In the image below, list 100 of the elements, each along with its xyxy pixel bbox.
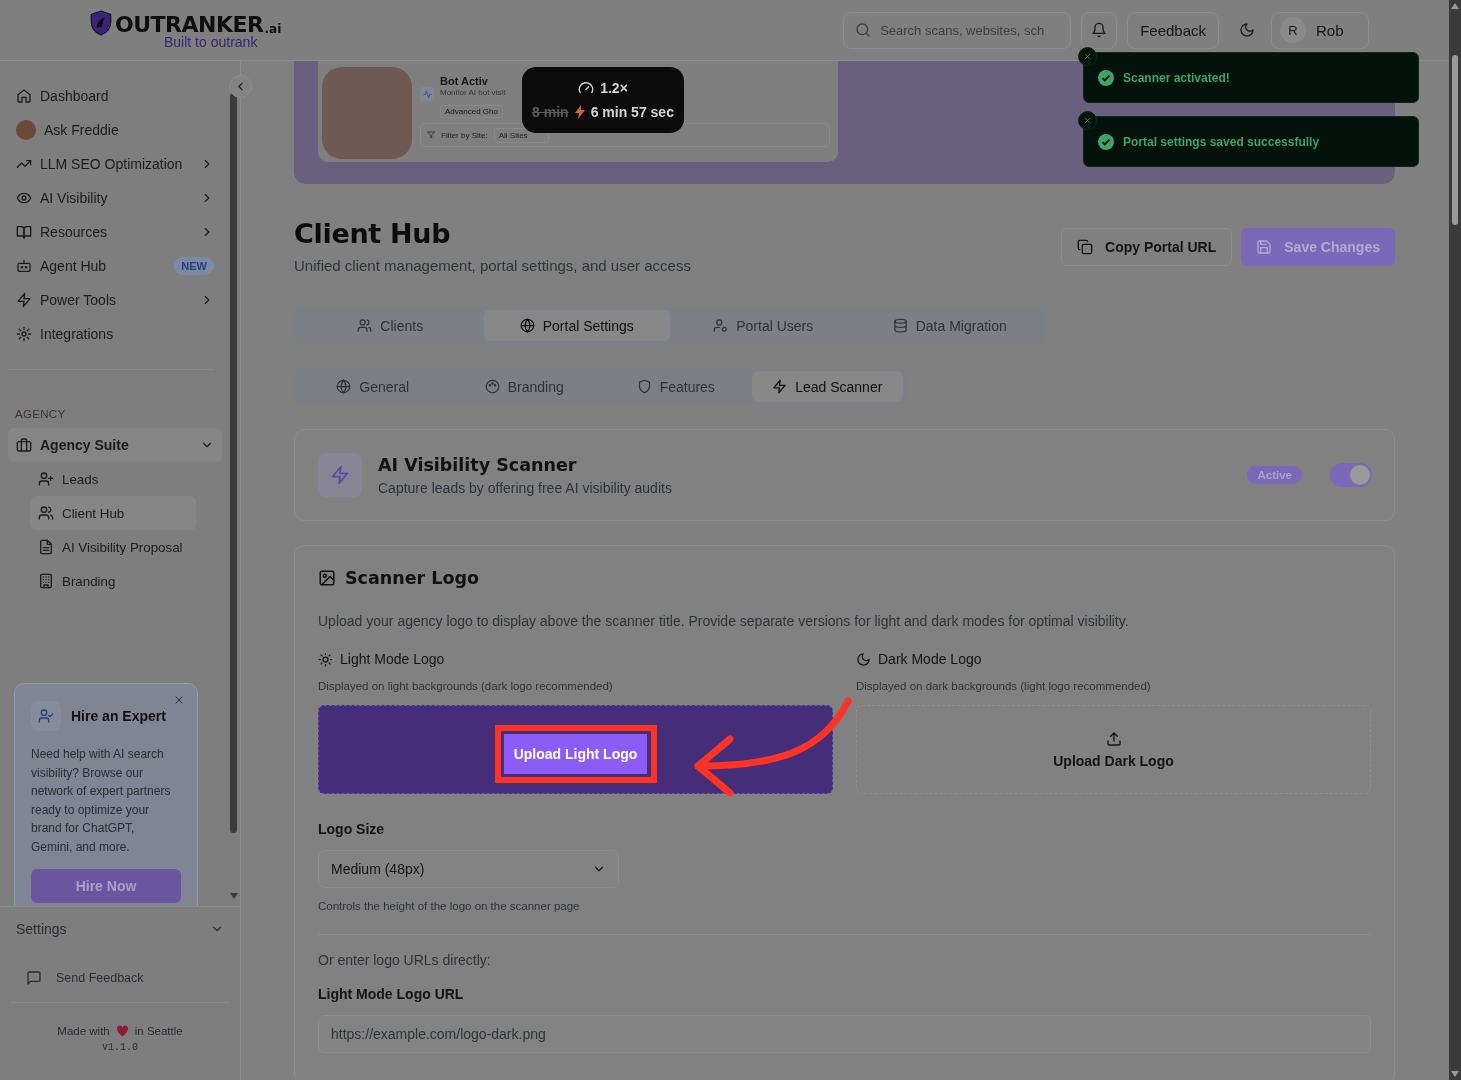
footer-text: Made with [57,1025,110,1037]
moon-icon [856,651,871,667]
search-field[interactable]: Search scans, websites, sch [843,11,1072,49]
close-icon [1083,116,1092,125]
lightning-icon [772,379,788,394]
filter-label: Filter by Site: [441,130,488,140]
version-label: v1.1.0 [102,1042,138,1053]
field-label: Light Mode Logo [340,651,445,667]
person-plus-icon [38,471,54,487]
sidebar-item[interactable]: Resources [8,215,222,249]
user-name: Rob [1316,21,1344,39]
toggle-switch[interactable] [1330,463,1372,487]
eye-icon [16,190,32,206]
sidebar-item[interactable]: Agent Hub NEW [8,249,222,283]
people-icon [38,505,54,521]
sidebar-item[interactable]: LLM SEO Optimization [8,147,222,181]
brand-tagline: Built to outrank [164,34,258,50]
save-button[interactable]: Save Changes [1241,228,1395,266]
field-hint: Displayed on light backgrounds (dark logo recommended) [318,680,614,692]
settings-menu[interactable]: Settings [0,907,240,951]
tab[interactable]: Data Migration [856,310,1043,341]
brand-suffix: .ai [264,22,282,36]
people-icon [357,318,373,333]
globe-icon [519,318,535,333]
scroll-up-arrow[interactable] [1451,3,1459,9]
funnel-icon [427,131,435,139]
avatar-placeholder [16,120,36,140]
status-badge: Active [1247,466,1302,484]
notifications-button[interactable] [1081,11,1118,49]
house-icon [16,88,32,104]
sidebar-item[interactable]: Power Tools [8,283,222,317]
toast-message: Portal settings saved successfully [1123,134,1320,149]
bell-icon [1091,22,1108,38]
size-select[interactable]: Medium (48px) [318,850,619,888]
sun-icon [318,651,333,667]
collapse-sidebar-button[interactable] [229,75,252,98]
tab[interactable]: Clients [297,310,484,341]
section-label: AGENCY [15,408,67,420]
user-menu-button[interactable]: R Rob [1271,11,1369,49]
copy-icon [1077,239,1094,255]
upload-label: Upload Dark Logo [1053,752,1174,769]
original-duration: 8 min [532,104,569,120]
scrollbar-thumb[interactable] [230,93,237,833]
tab[interactable]: Branding [448,371,600,402]
card-title: AI Visibility Scanner [378,454,578,475]
tab[interactable]: Portal Users [670,310,857,341]
sidebar-subitem[interactable]: Client Hub [30,496,196,530]
tab[interactable]: General [297,371,449,402]
person-check-icon [38,708,54,724]
upload-dropzone[interactable]: Upload Dark Logo [856,705,1371,794]
sidebar-item[interactable]: Integrations [8,317,222,351]
brand-wordmark: OUTRANKER [115,14,264,36]
briefcase-icon [16,437,32,453]
hire-now-button[interactable]: Hire Now [31,869,181,903]
scroll-down-arrow[interactable] [1451,1071,1459,1077]
tab[interactable]: Portal Settings [483,310,670,341]
heart-icon [115,1025,129,1037]
promo-title: Hire an Expert [71,708,166,724]
field-label: Logo Size [318,821,386,837]
upload-button[interactable]: Upload Light Logo [503,733,648,774]
pulse-icon [422,89,432,99]
sidebar-group[interactable]: Agency Suite [8,428,222,462]
image-icon [318,569,336,587]
copy-url-button[interactable]: Copy Portal URL [1061,228,1233,266]
field-hint: Controls the height of the logo on the scanner page [318,900,581,912]
upload-dropzone[interactable]: Upload Light Logo [318,705,833,794]
card-description: Capture leads by offering free AI visibility audits [378,479,672,496]
new-badge: NEW [174,257,214,275]
card-subtitle: Monitor AI bot visit [440,88,506,97]
page-title: Client Hub [294,218,452,249]
sidebar-subitem[interactable]: Leads [30,462,196,496]
palette-icon [484,379,500,394]
sidebar-item[interactable]: Dashboard [8,79,222,113]
upload-icon [1105,730,1122,747]
sidebar-subitem[interactable]: Branding [30,564,196,598]
feedback-button[interactable]: Feedback [1127,11,1219,49]
scroll-down-arrow[interactable] [230,893,238,899]
section-note: Or enter logo URLs directly: [318,952,492,968]
robot-icon [16,258,32,274]
sidebar-item[interactable]: Ask Freddie [8,113,222,147]
close-icon [1083,52,1092,61]
send-feedback-link[interactable]: Send Feedback [26,961,240,995]
search-icon [855,21,872,38]
globe-icon [336,379,352,394]
field-label: Dark Mode Logo [878,651,982,667]
tab[interactable]: Lead Scanner [751,371,903,402]
lightning-icon [330,465,350,485]
url-input[interactable]: https://example.com/logo-dark.png [318,1015,1371,1053]
lightning-icon [574,105,585,119]
shield-logo-icon [88,10,114,36]
close-icon [173,694,185,706]
database-icon [892,318,908,333]
tab[interactable]: Features [600,371,752,402]
scrollbar-thumb[interactable] [1452,55,1458,225]
close-button[interactable] [173,694,185,706]
person-gear-icon [713,318,729,333]
sidebar-item[interactable]: AI Visibility [8,181,222,215]
sidebar-subitem[interactable]: AI Visibility Proposal [30,530,196,564]
document-icon [38,539,54,555]
page-subtitle: Unified client management, portal settings, and user access [294,257,691,274]
